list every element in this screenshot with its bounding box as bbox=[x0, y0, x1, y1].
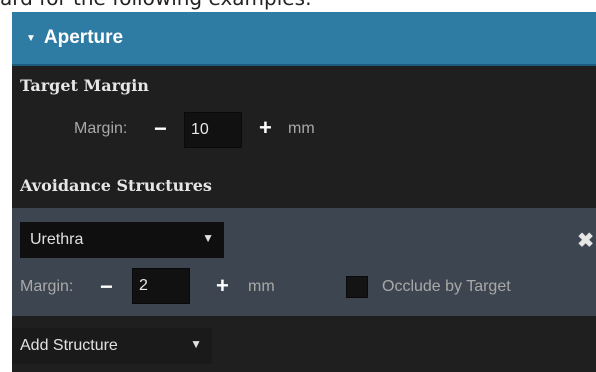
caret-down-icon: ▼ bbox=[26, 32, 36, 44]
add-structure-label: Add Structure bbox=[20, 337, 118, 354]
structure-margin-input[interactable] bbox=[132, 268, 190, 304]
chevron-down-icon: ▼ bbox=[202, 231, 214, 245]
structure-select[interactable]: Urethra ▼ bbox=[20, 222, 224, 258]
avoidance-structures-heading: Avoidance Structures bbox=[20, 176, 212, 195]
target-margin-decrement-button[interactable]: − bbox=[154, 118, 167, 140]
aperture-header[interactable]: ▼ Aperture bbox=[12, 12, 596, 66]
target-margin-input[interactable] bbox=[184, 112, 242, 148]
target-margin-unit: mm bbox=[288, 120, 315, 137]
avoidance-structure-card: Urethra ▼ ✖ Margin: − + mm Occlude by Ta… bbox=[12, 208, 596, 316]
structure-margin-label: Margin: bbox=[20, 278, 74, 295]
target-margin-increment-button[interactable]: + bbox=[259, 117, 272, 139]
remove-structure-close-icon[interactable]: ✖ bbox=[577, 228, 594, 253]
occlude-by-target-label: Occlude by Target bbox=[382, 278, 511, 295]
structure-select-value: Urethra bbox=[30, 231, 84, 248]
aperture-panel: ▼ Aperture Target Margin Margin: − + mm … bbox=[12, 12, 596, 372]
structure-margin-unit: mm bbox=[248, 278, 275, 295]
panel-title: Aperture bbox=[43, 27, 124, 48]
chevron-down-icon: ▼ bbox=[190, 337, 202, 351]
add-structure-select[interactable]: Add Structure ▼ bbox=[12, 328, 212, 364]
occlude-by-target-checkbox[interactable] bbox=[346, 276, 368, 298]
background-caption-text: ard for the following examples: bbox=[0, 0, 312, 10]
target-margin-label: Margin: bbox=[74, 120, 128, 137]
structure-margin-decrement-button[interactable]: − bbox=[100, 276, 113, 298]
target-margin-heading: Target Margin bbox=[20, 76, 149, 95]
structure-margin-increment-button[interactable]: + bbox=[216, 275, 229, 297]
